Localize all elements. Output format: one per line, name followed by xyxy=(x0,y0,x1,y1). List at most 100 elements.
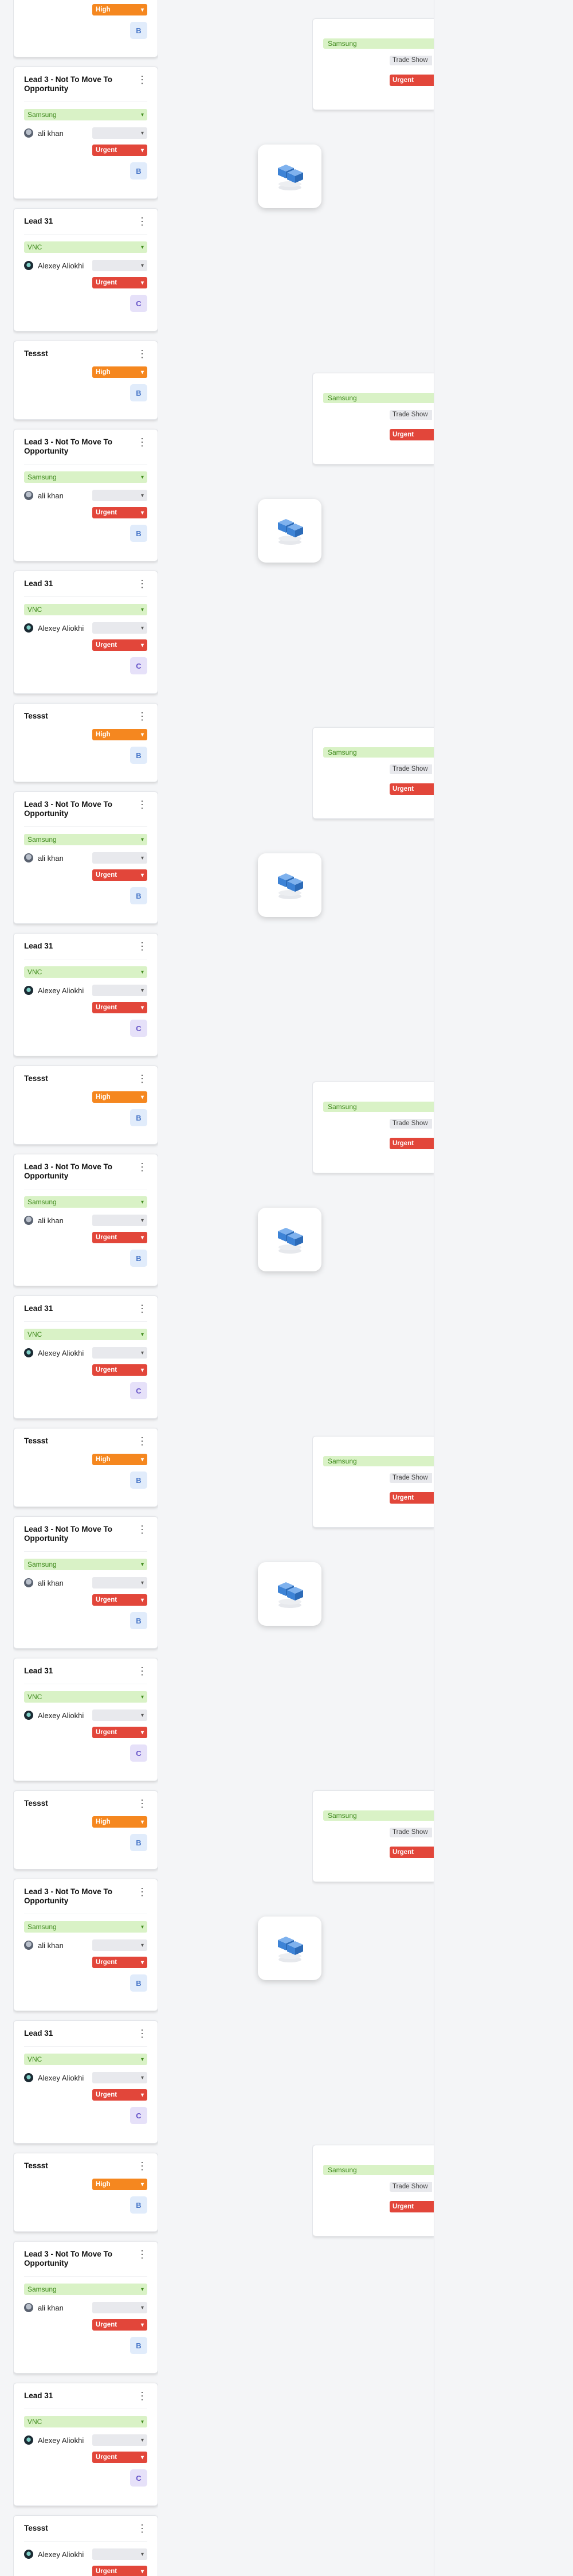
company-select[interactable]: Samsung xyxy=(323,1102,434,1112)
kebab-icon[interactable]: ⋮ xyxy=(132,1798,147,1809)
lead-card[interactable]: Lead 31 ⋮ VNC ▾ Alexey Aliokhi ▾ Urgent ▾ C xyxy=(13,208,158,331)
card-title[interactable]: Tessst xyxy=(24,1435,48,1446)
rating-badge[interactable]: C xyxy=(130,1382,147,1399)
priority-select[interactable]: High ▾ xyxy=(92,1454,147,1465)
source-tag[interactable]: Trade Show xyxy=(390,410,432,420)
card-title[interactable]: Lead 31 xyxy=(24,216,53,226)
priority-select[interactable]: Urgent ▾ xyxy=(92,2319,147,2331)
priority-select[interactable]: Urgent ▾ xyxy=(92,1364,147,1376)
kebab-icon[interactable]: ⋮ xyxy=(132,1303,147,1314)
priority-select[interactable]: Urgent ▾ xyxy=(92,507,147,518)
lead-card[interactable]: Tessst⋮High▾B xyxy=(13,0,158,57)
priority-select[interactable]: High ▾ xyxy=(92,4,147,15)
rating-badge[interactable]: B xyxy=(130,1612,147,1629)
kebab-icon[interactable]: ⋮ xyxy=(132,2249,147,2259)
rating-badge[interactable]: C xyxy=(130,295,147,312)
kebab-icon[interactable]: ⋮ xyxy=(132,74,147,85)
priority-select[interactable]: Urgent xyxy=(390,2201,434,2212)
company-select[interactable]: VNC ▾ xyxy=(24,1691,147,1703)
priority-select[interactable]: Urgent xyxy=(390,1492,434,1504)
kebab-icon[interactable]: ⋮ xyxy=(132,436,147,447)
owner-select[interactable]: ▾ xyxy=(92,985,147,996)
rating-badge[interactable]: B xyxy=(130,525,147,542)
company-select[interactable]: Samsung ▾ xyxy=(24,1921,147,1933)
opportunity-card[interactable]: Samsung Trade Show Urgent xyxy=(312,727,434,819)
lead-card[interactable]: Lead 3 - Not To Move To Opportunity ⋮ Sams… xyxy=(13,429,158,561)
card-title[interactable]: Tessst xyxy=(24,348,48,358)
lead-card[interactable]: Lead 3 - Not To Move To Opportunity ⋮ Sams… xyxy=(13,1154,158,1286)
lead-card[interactable]: Lead 3 - Not To Move To Opportunity ⋮ Sams… xyxy=(13,1516,158,1649)
priority-select[interactable]: Urgent ▾ xyxy=(92,1727,147,1738)
rating-badge[interactable]: B xyxy=(130,1250,147,1267)
lead-card[interactable]: Tessst⋮High▾B xyxy=(13,2153,158,2232)
lead-card[interactable]: Lead 31 ⋮ VNC ▾ Alexey Aliokhi ▾ Urgent ▾ C xyxy=(13,1295,158,1419)
company-select[interactable]: Samsung xyxy=(323,393,434,403)
card-title[interactable]: Tessst xyxy=(24,1073,48,1083)
kebab-icon[interactable]: ⋮ xyxy=(132,1886,147,1897)
kebab-icon[interactable]: ⋮ xyxy=(132,2523,147,2534)
kebab-icon[interactable]: ⋮ xyxy=(132,2160,147,2171)
opportunity-card[interactable]: Samsung Trade Show Urgent xyxy=(312,2145,434,2237)
card-title[interactable]: Tessst xyxy=(24,2160,48,2171)
lead-card[interactable]: Lead 31 ⋮ VNC ▾ Alexey Aliokhi ▾ Urgent ▾ C xyxy=(13,571,158,694)
card-title[interactable]: Lead 31 xyxy=(24,2028,53,2038)
priority-select[interactable]: Urgent ▾ xyxy=(92,1002,147,1013)
lead-card[interactable]: Tessst ⋮ High▾ B xyxy=(13,1065,158,1145)
company-select[interactable]: Samsung xyxy=(323,1456,434,1466)
rating-badge[interactable]: C xyxy=(130,1020,147,1037)
lead-card[interactable]: Lead 3 - Not To Move To Opportunity ⋮ Sams… xyxy=(13,1879,158,2011)
kebab-icon[interactable]: ⋮ xyxy=(132,1073,147,1084)
priority-select[interactable]: Urgent ▾ xyxy=(92,639,147,651)
kebab-icon[interactable]: ⋮ xyxy=(132,216,147,227)
company-select[interactable]: VNC ▾ xyxy=(24,2416,147,2427)
priority-select[interactable]: Urgent ▾ xyxy=(92,2452,147,2463)
card-title[interactable]: Tessst xyxy=(24,711,48,721)
lead-card[interactable]: Tessst⋮High▾B xyxy=(13,1428,158,1507)
company-select[interactable]: Samsung ▾ xyxy=(24,1559,147,1570)
rating-badge[interactable]: B xyxy=(130,22,147,39)
priority-select[interactable]: Urgent ▾ xyxy=(92,869,147,881)
rating-badge[interactable]: B xyxy=(130,1472,147,1489)
opportunity-card[interactable]: Samsung Trade Show Urgent xyxy=(312,18,434,110)
owner-select[interactable]: ▾ xyxy=(92,1709,147,1721)
owner-select[interactable]: ▾ xyxy=(92,2434,147,2446)
card-title[interactable]: Lead 3 - Not To Move To Opportunity xyxy=(24,2249,132,2268)
owner-select[interactable]: ▾ xyxy=(92,2548,147,2560)
lead-card[interactable]: Tessst⋮Alexey Aliokhi▾Urgent▾C xyxy=(13,2515,158,2576)
priority-select[interactable]: Urgent ▾ xyxy=(92,2566,147,2576)
lead-card[interactable]: Lead 31 ⋮ VNC ▾ Alexey Aliokhi ▾ Urgent ▾ C xyxy=(13,933,158,1056)
priority-select[interactable]: Urgent xyxy=(390,1847,434,1858)
lead-card[interactable]: Lead 31 ⋮ VNC ▾ Alexey Aliokhi ▾ Urgent ▾ C xyxy=(13,2020,158,2144)
kebab-icon[interactable]: ⋮ xyxy=(132,578,147,589)
rating-badge[interactable]: B xyxy=(130,162,147,179)
priority-select[interactable]: Urgent ▾ xyxy=(92,2089,147,2101)
rating-badge[interactable]: B xyxy=(130,887,147,904)
kebab-icon[interactable]: ⋮ xyxy=(132,1161,147,1172)
lead-card[interactable]: Tessst⋮High▾B xyxy=(13,341,158,420)
source-tag[interactable]: Trade Show xyxy=(390,1119,432,1129)
company-select[interactable]: Samsung xyxy=(323,2165,434,2175)
source-tag[interactable]: Trade Show xyxy=(390,1473,432,1483)
priority-select[interactable]: Urgent xyxy=(390,75,434,86)
card-title[interactable]: Lead 3 - Not To Move To Opportunity xyxy=(24,74,132,93)
priority-select[interactable]: Urgent xyxy=(390,783,434,795)
rating-badge[interactable]: B xyxy=(130,2337,147,2354)
company-select[interactable]: VNC ▾ xyxy=(24,604,147,615)
card-title[interactable]: Lead 3 - Not To Move To Opportunity xyxy=(24,436,132,456)
opportunity-card[interactable]: Samsung Trade Show Urgent xyxy=(312,1790,434,1882)
lead-card[interactable]: Lead 3 - Not To Move To Opportunity ⋮ Sams… xyxy=(13,67,158,199)
rating-badge[interactable]: B xyxy=(130,1109,147,1126)
priority-select[interactable]: High ▾ xyxy=(92,1816,147,1828)
opportunity-card[interactable]: Samsung Trade Show Urgent xyxy=(312,1436,434,1528)
priority-select[interactable]: High ▾ xyxy=(92,1091,147,1103)
priority-select[interactable]: Urgent ▾ xyxy=(92,145,147,156)
card-title[interactable]: Lead 31 xyxy=(24,940,53,951)
lead-card[interactable]: Tessst⋮High▾B xyxy=(13,1790,158,1869)
company-select[interactable]: Samsung ▾ xyxy=(24,834,147,845)
opportunity-card[interactable]: Samsung Trade Show Urgent xyxy=(312,1082,434,1173)
owner-select[interactable]: ▾ xyxy=(92,2072,147,2083)
rating-badge[interactable]: C xyxy=(130,2469,147,2487)
priority-select[interactable]: Urgent xyxy=(390,429,434,440)
company-select[interactable]: VNC ▾ xyxy=(24,966,147,978)
kebab-icon[interactable]: ⋮ xyxy=(132,348,147,359)
